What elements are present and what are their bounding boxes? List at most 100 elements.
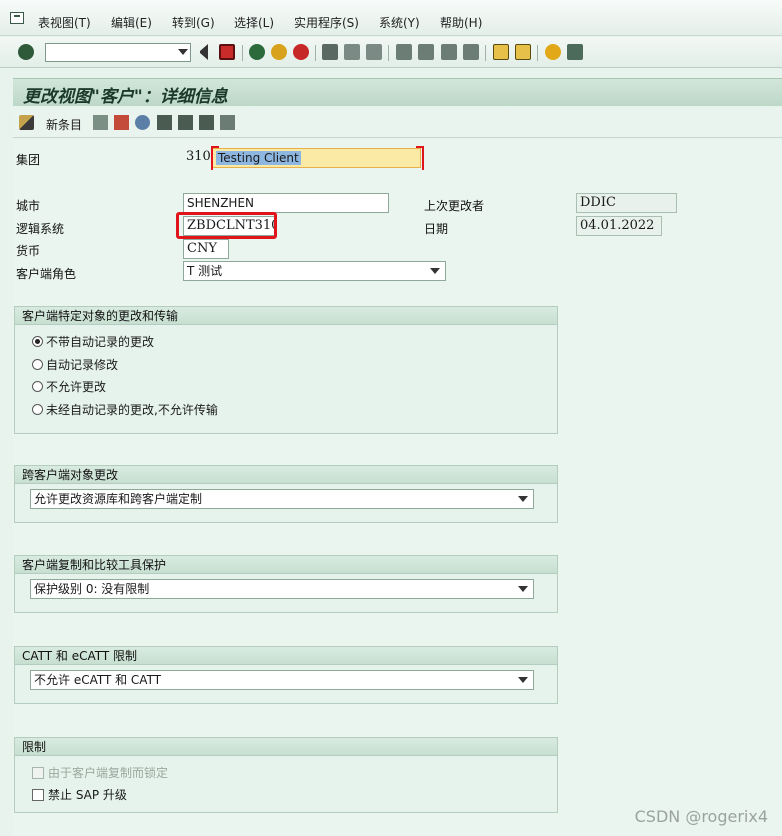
help-icon[interactable] [545, 44, 561, 60]
detail-icon[interactable] [220, 115, 235, 130]
cross-client-select[interactable]: 允许更改资源库和跨客户端定制 [30, 489, 534, 509]
next-entry-icon[interactable] [199, 115, 214, 130]
client-role-select[interactable]: T 测试 [183, 261, 446, 281]
checkbox-disabled-icon [32, 767, 44, 779]
date-label: 日期 [424, 222, 449, 236]
last-changed-by-field: DDIC [576, 193, 677, 213]
toolbar-separator [388, 45, 389, 61]
system-menu-icon[interactable] [10, 12, 24, 24]
print-icon[interactable] [322, 44, 338, 60]
select-all-icon[interactable] [157, 115, 172, 130]
previous-entry-icon[interactable] [178, 115, 193, 130]
client-label: 集团 [16, 153, 41, 167]
command-dropdown-icon[interactable] [178, 49, 188, 55]
toolbar-separator [315, 45, 316, 61]
first-page-icon[interactable] [396, 44, 412, 60]
edit-pencil-icon[interactable] [19, 115, 34, 130]
cancel-icon[interactable] [293, 44, 309, 60]
radio-icon[interactable] [32, 381, 43, 392]
radio-option-no-transport[interactable]: 未经自动记录的更改,不允许传输 [32, 401, 218, 418]
last-page-icon[interactable] [463, 44, 479, 60]
client-role-label: 客户端角色 [16, 267, 77, 281]
client-name-field[interactable]: Testing Client [212, 148, 421, 168]
exit-icon[interactable] [271, 44, 287, 60]
detail-screen: 集团 310 Testing Client 城市 SHENZHEN 逻辑系统 Z… [13, 139, 782, 836]
changes-transports-title: 客户端特定对象的更改和传输 [15, 307, 557, 325]
copy-protection-select[interactable]: 保护级别 0: 没有限制 [30, 579, 534, 599]
toolbar-separator [242, 45, 243, 61]
create-session-icon[interactable] [493, 44, 509, 60]
menu-table-view[interactable]: 表视图(T) [38, 14, 91, 31]
radio-icon[interactable] [32, 404, 43, 415]
radio-option-no-auto-record[interactable]: 不带自动记录的更改 [32, 333, 154, 350]
no-sap-upgrade-checkbox[interactable]: 禁止 SAP 升级 [32, 786, 127, 803]
delete-icon[interactable] [114, 115, 129, 130]
menu-edit[interactable]: 编辑(E) [111, 14, 152, 31]
city-label: 城市 [16, 199, 41, 213]
copy-protection-group: 客户端复制和比较工具保护 保护级别 0: 没有限制 [14, 555, 558, 613]
enter-check-icon[interactable] [18, 44, 34, 60]
new-entries-button[interactable]: 新条目 [46, 116, 82, 133]
date-field: 04.01.2022 [576, 216, 662, 236]
undo-change-icon[interactable] [135, 115, 150, 130]
client-name-text: Testing Client [216, 151, 301, 165]
cross-client-group: 跨客户端对象更改 允许更改资源库和跨客户端定制 [14, 465, 558, 523]
standard-toolbar [0, 37, 782, 68]
radio-icon[interactable] [32, 359, 43, 370]
checkbox-icon[interactable] [32, 789, 44, 801]
radio-label: 不允许更改 [46, 380, 107, 394]
last-changed-by-label: 上次更改者 [424, 199, 485, 213]
menu-system[interactable]: 系统(Y) [379, 14, 420, 31]
toolbar-separator [485, 45, 486, 61]
radio-option-no-changes[interactable]: 不允许更改 [32, 378, 106, 395]
currency-field[interactable]: CNY [183, 239, 229, 259]
catt-group: CATT 和 eCATT 限制 不允许 eCATT 和 CATT [14, 646, 558, 704]
city-field[interactable]: SHENZHEN [183, 193, 389, 213]
cross-client-value: 允许更改资源库和跨客户端定制 [34, 492, 203, 506]
copy-protection-value: 保护级别 0: 没有限制 [34, 582, 150, 596]
logical-system-label: 逻辑系统 [16, 222, 65, 236]
shortcut-icon[interactable] [515, 44, 531, 60]
prev-page-icon[interactable] [418, 44, 434, 60]
copy-as-icon[interactable] [93, 115, 108, 130]
command-field[interactable] [45, 43, 191, 62]
find-next-icon[interactable] [366, 44, 382, 60]
menu-goto[interactable]: 转到(G) [172, 14, 215, 31]
toolbar-separator [537, 45, 538, 61]
menu-selection[interactable]: 选择(L) [234, 14, 274, 31]
catt-title: CATT 和 eCATT 限制 [15, 647, 557, 665]
radio-label: 未经自动记录的更改,不允许传输 [46, 403, 218, 417]
restrictions-group: 限制 由于客户端复制而锁定 禁止 SAP 升级 [14, 737, 558, 813]
save-icon[interactable] [219, 44, 235, 60]
changes-transports-group: 客户端特定对象的更改和传输 不带自动记录的更改 自动记录修改 不允许更改 未经自… [14, 306, 558, 434]
catt-select[interactable]: 不允许 eCATT 和 CATT [30, 670, 534, 690]
catt-dropdown-icon[interactable] [518, 677, 528, 683]
menu-help[interactable]: 帮助(H) [440, 14, 482, 31]
application-toolbar: 新条目 [13, 108, 782, 138]
client-role-dropdown-icon[interactable] [430, 268, 440, 274]
radio-option-auto-record[interactable]: 自动记录修改 [32, 356, 118, 373]
title-bar: 更改视图"客户"：详细信息 [13, 78, 782, 107]
copy-protection-title: 客户端复制和比较工具保护 [15, 556, 557, 574]
locked-by-copy-checkbox: 由于客户端复制而锁定 [32, 764, 168, 781]
currency-label: 货币 [16, 244, 41, 258]
page-title: 更改视图"客户"：详细信息 [23, 87, 228, 107]
menu-utilities[interactable]: 实用程序(S) [294, 14, 359, 31]
layout-icon[interactable] [567, 44, 583, 60]
highlight-box [176, 212, 277, 239]
back-triangle-icon[interactable] [198, 44, 208, 60]
radio-selected-icon[interactable] [32, 336, 43, 347]
client-field: 310 [186, 149, 211, 164]
next-page-icon[interactable] [441, 44, 457, 60]
cross-client-title: 跨客户端对象更改 [15, 466, 557, 484]
find-icon[interactable] [344, 44, 360, 60]
client-role-value: T 测试 [187, 264, 223, 278]
back-icon[interactable] [249, 44, 265, 60]
checkbox-label: 禁止 SAP 升级 [48, 788, 127, 802]
restrictions-title: 限制 [15, 738, 557, 756]
menu-bar: 表视图(T) 编辑(E) 转到(G) 选择(L) 实用程序(S) 系统(Y) 帮… [0, 0, 782, 36]
checkbox-label: 由于客户端复制而锁定 [48, 766, 169, 780]
radio-label: 自动记录修改 [46, 358, 119, 372]
copy-protection-dropdown-icon[interactable] [518, 586, 528, 592]
cross-client-dropdown-icon[interactable] [518, 496, 528, 502]
